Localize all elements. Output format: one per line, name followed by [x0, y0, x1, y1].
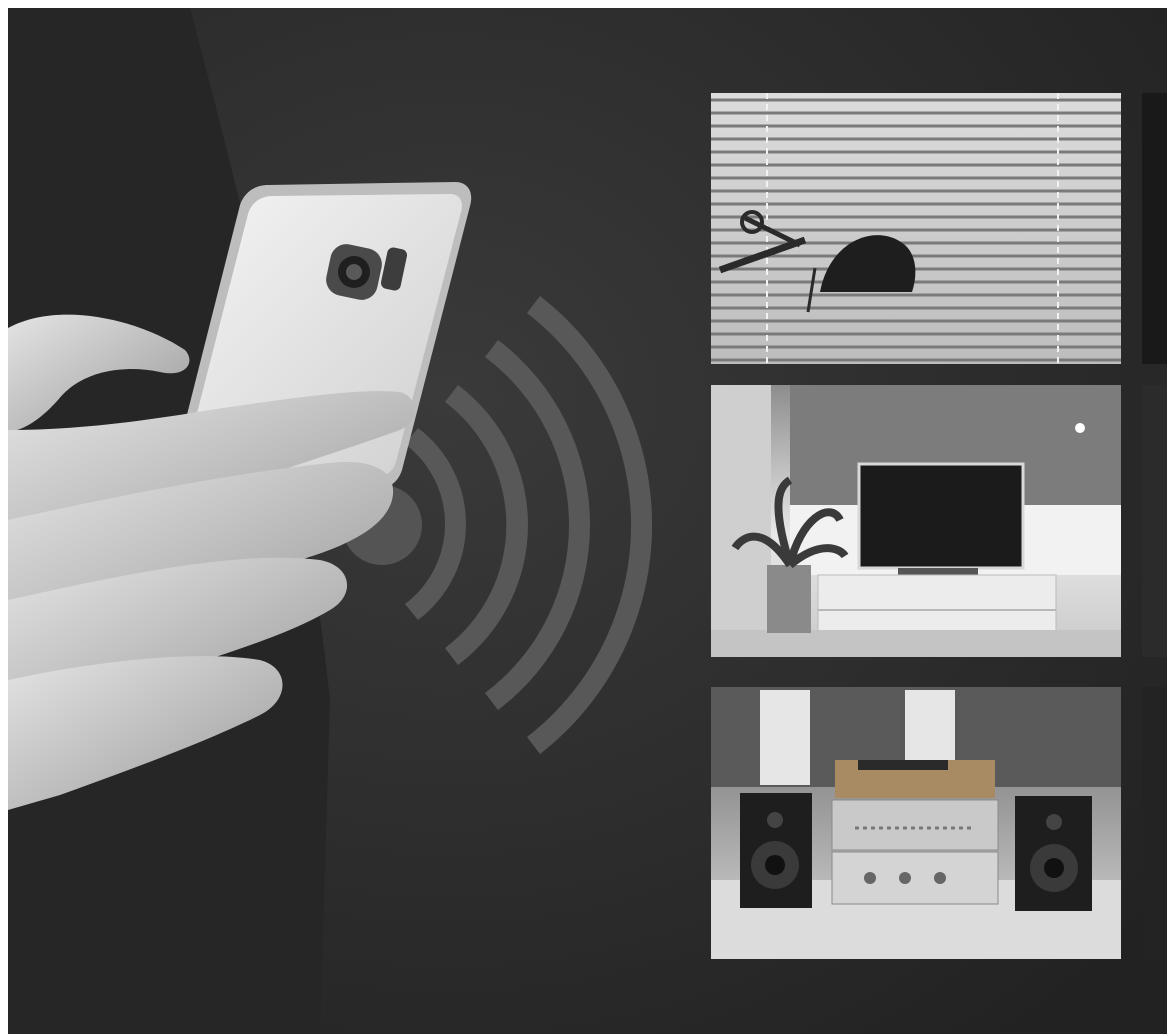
window-blinds-lamp-photo	[711, 93, 1121, 364]
scene-canvas	[0, 0, 1167, 1034]
right-speaker	[1015, 796, 1092, 911]
cropped-panel-1	[1142, 93, 1167, 364]
living-room-tv-photo	[711, 385, 1121, 657]
hifi-stereo-photo	[711, 687, 1121, 959]
left-speaker	[740, 793, 812, 908]
tv-screen	[857, 462, 1025, 570]
stereo-stack	[831, 760, 999, 905]
cropped-panel-3	[1142, 687, 1167, 959]
cropped-panel-2	[1142, 385, 1167, 657]
